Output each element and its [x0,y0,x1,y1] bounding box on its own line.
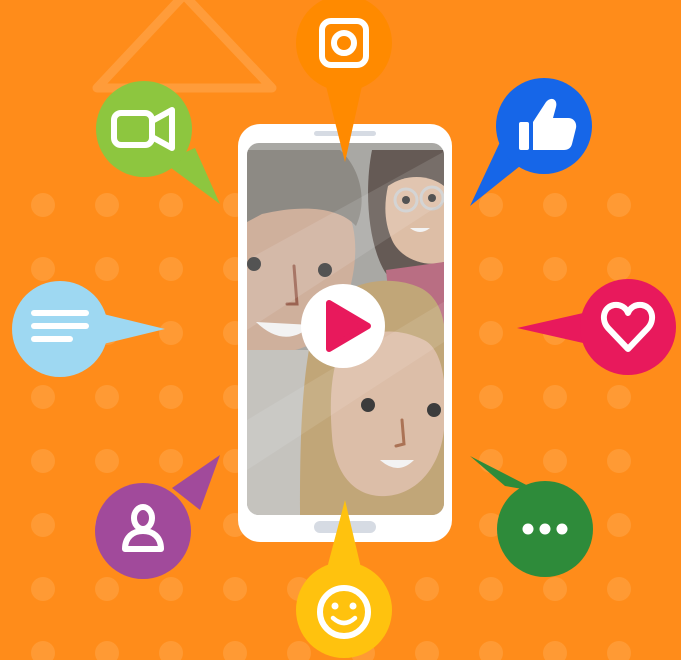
phone [238,124,452,542]
background-dot [543,449,567,473]
background-dot [31,257,55,281]
background-dot [607,449,631,473]
background-dot [607,577,631,601]
play-button[interactable] [301,284,385,368]
ellipsis-icon [522,523,568,535]
background-dot [95,449,119,473]
background-dot [31,577,55,601]
background-dot [159,193,183,217]
illustration-canvas [0,0,681,660]
background-dot [543,577,567,601]
background-dot [159,577,183,601]
background-dot [223,577,247,601]
background-dot [607,193,631,217]
background-dot [479,193,503,217]
background-dot [543,257,567,281]
background-dot [479,385,503,409]
background-dot [479,577,503,601]
background-dot [31,449,55,473]
background-dot [31,385,55,409]
background-dot [159,321,183,345]
background-dot [95,257,119,281]
background-dot [95,193,119,217]
social-media-illustration [0,0,681,660]
background-dot [159,449,183,473]
background-dot [159,385,183,409]
background-dot [479,257,503,281]
background-dot [31,193,55,217]
background-dot [415,577,439,601]
background-dot [607,257,631,281]
background-dot [479,321,503,345]
background-dot [95,385,119,409]
background-dot [607,513,631,537]
background-dot [159,257,183,281]
background-dot [543,385,567,409]
background-dot [543,193,567,217]
background-dot [607,385,631,409]
background-dot [95,577,119,601]
background-dot [31,513,55,537]
